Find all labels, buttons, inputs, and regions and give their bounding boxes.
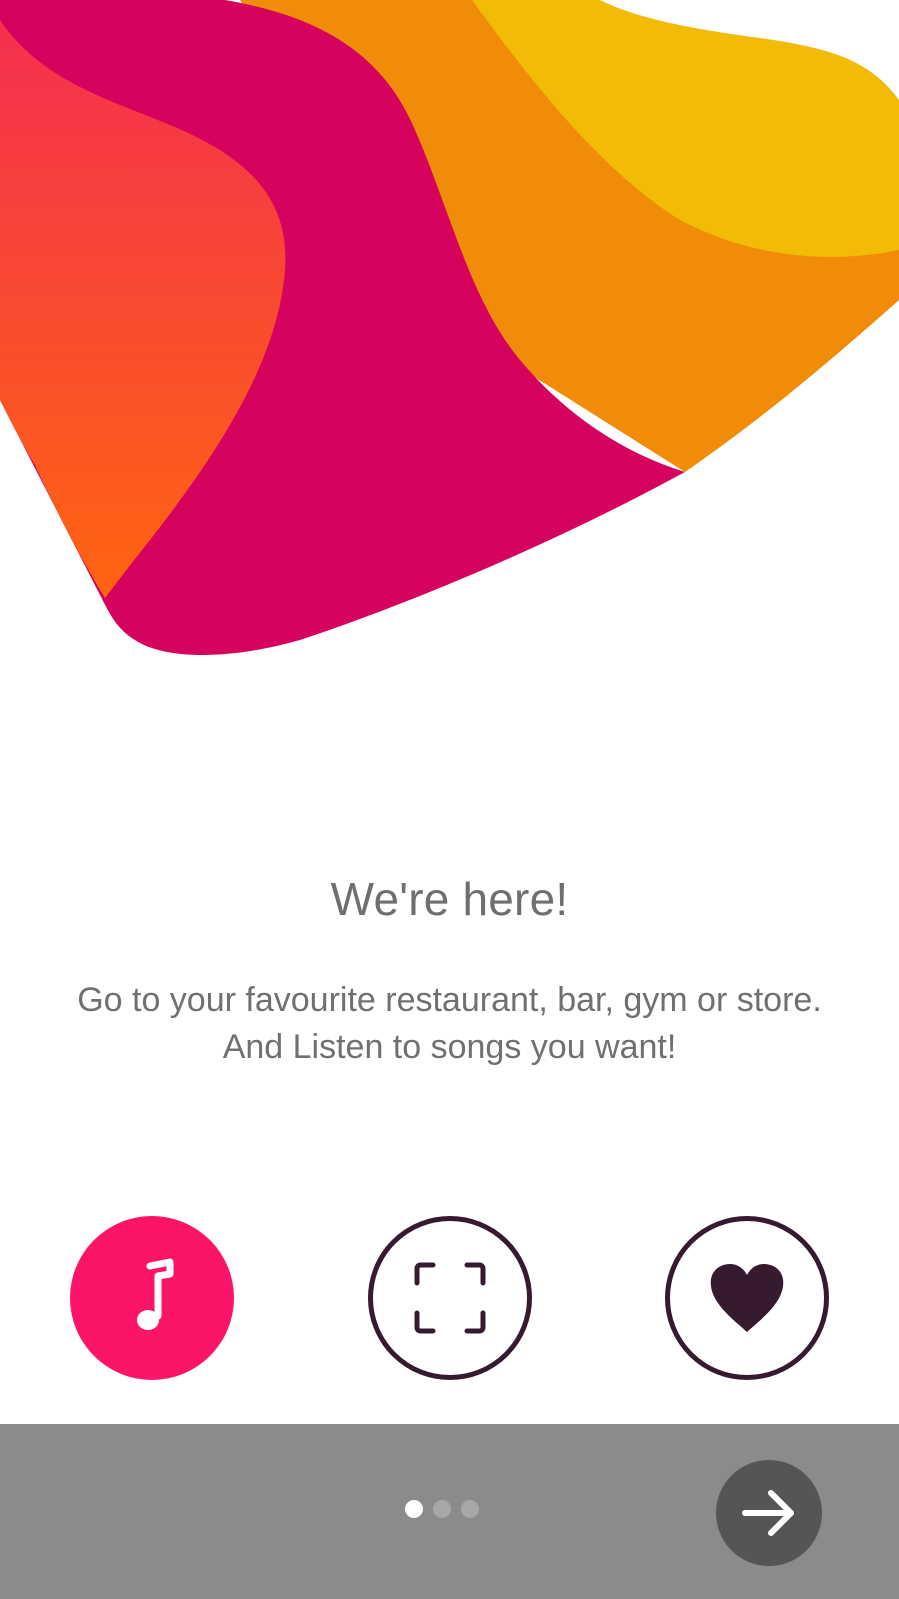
page-dot-1[interactable] [405,1500,423,1518]
page-dot-3[interactable] [461,1500,479,1518]
scan-feature-button[interactable] [368,1216,532,1380]
heart-icon [710,1264,784,1332]
arrow-right-icon [742,1490,794,1536]
next-button[interactable] [716,1460,822,1566]
scan-frame-icon [414,1262,486,1334]
onboarding-screen: We're here! Go to your favourite restaur… [0,0,899,1599]
page-title: We're here! [330,873,569,925]
hero-illustration [0,0,899,655]
music-feature-button[interactable] [70,1216,234,1380]
page-indicator [405,1500,479,1518]
favorite-feature-button[interactable] [665,1216,829,1380]
music-note-icon [137,1258,174,1330]
page-description: Go to your favourite restaurant, bar, gy… [77,981,822,1066]
page-dot-2[interactable] [433,1500,451,1518]
bottom-navigation-bar [0,1424,899,1599]
